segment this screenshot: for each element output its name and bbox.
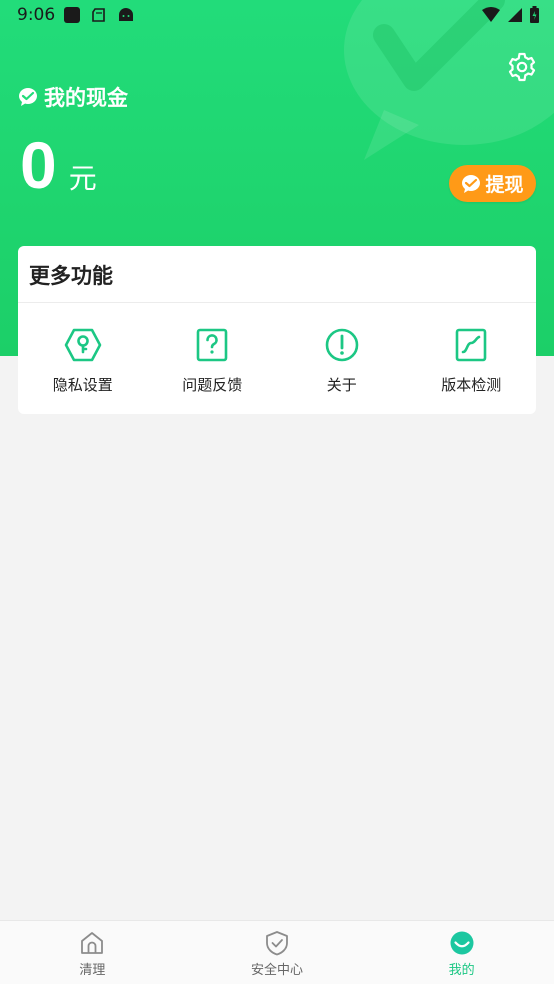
about-button[interactable]: 关于 [277, 326, 407, 395]
status-bar: 9:06 [0, 0, 554, 30]
wifi-icon [482, 7, 500, 22]
wechat-badge-icon [19, 88, 37, 106]
home-icon [81, 932, 104, 954]
tab-clean-label: 清理 [79, 963, 106, 978]
privacy-settings-button[interactable]: 隐私设置 [18, 326, 148, 395]
android-icon [119, 8, 133, 21]
version-check-button[interactable]: 版本检测 [407, 326, 537, 395]
more-functions-card: 更多功能 隐私设置 问题反馈 关于 版本检测 [18, 246, 536, 414]
divider [18, 302, 536, 303]
tab-mine-label: 我的 [448, 963, 475, 978]
version-chart-icon [455, 328, 487, 362]
cash-amount-unit: 元 [68, 162, 97, 195]
sd-card-icon [92, 8, 105, 22]
system-status-icons [481, 6, 540, 24]
cash-title-row: 我的现金 [18, 82, 128, 112]
tab-security-center[interactable]: 安全中心 [185, 921, 370, 984]
about-label: 关于 [326, 376, 357, 394]
privacy-settings-label: 隐私设置 [52, 376, 113, 394]
tab-clean[interactable]: 清理 [0, 921, 185, 984]
version-check-label: 版本检测 [441, 376, 502, 394]
notification-icons [63, 6, 135, 24]
status-time: 9:06 [17, 5, 56, 25]
feedback-button[interactable]: 问题反馈 [148, 326, 278, 395]
shield-icon [266, 931, 288, 956]
cash-amount-value: 0 [20, 128, 57, 202]
more-functions-title: 更多功能 [29, 264, 113, 288]
tab-mine[interactable]: 我的 [369, 921, 554, 984]
cash-title: 我的现金 [44, 86, 128, 110]
info-exclamation-icon [325, 328, 359, 362]
cell-signal-icon [508, 8, 522, 22]
feedback-label: 问题反馈 [182, 376, 243, 394]
functions-grid: 隐私设置 问题反馈 关于 版本检测 [18, 326, 536, 395]
withdraw-label: 提现 [485, 174, 524, 196]
smile-icon [450, 931, 474, 955]
tab-security-center-label: 安全中心 [251, 963, 304, 978]
bottom-tab-bar: 清理 安全中心 我的 [0, 920, 554, 984]
wechat-pay-icon [462, 174, 481, 193]
withdraw-button[interactable]: 提现 [449, 165, 536, 202]
settings-gear-icon[interactable] [506, 51, 538, 83]
battery-icon [530, 6, 539, 23]
question-icon [196, 328, 228, 362]
privacy-key-icon [64, 328, 102, 362]
app-notification-icon [64, 7, 80, 23]
cash-amount: 0 元 [20, 132, 97, 198]
